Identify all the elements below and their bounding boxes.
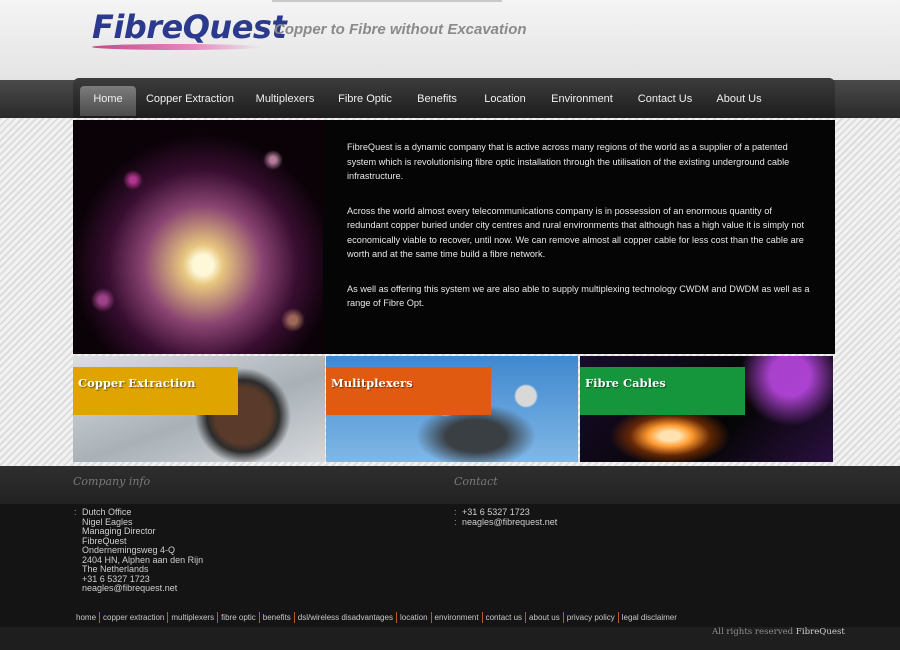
nav-item-benefits[interactable]: Benefits bbox=[412, 86, 462, 116]
company-info-line: 2404 HN, Alphen aan den Rijn bbox=[82, 554, 204, 565]
footer-link-location[interactable]: location bbox=[398, 613, 430, 622]
list-item[interactable]: : neagles@fibrequest.net bbox=[454, 517, 557, 528]
panel-multiplexers[interactable]: Mulitplexers bbox=[326, 356, 578, 462]
fibre-optic-hero-image bbox=[73, 120, 323, 354]
header-divider-line bbox=[272, 0, 502, 2]
footer-link-multiplexers[interactable]: multiplexers bbox=[169, 613, 216, 622]
link-separator bbox=[562, 611, 564, 623]
footer-link-contact-us[interactable]: contact us bbox=[484, 613, 524, 622]
site-tagline: Copper to Fibre without Excavation bbox=[274, 21, 527, 38]
footer-links: home copper extraction multiplexers fibr… bbox=[74, 611, 679, 623]
hero-paragraph: Across the world almost every telecommun… bbox=[347, 205, 805, 260]
footer-link-fibre-optic[interactable]: fibre optic bbox=[219, 613, 258, 622]
hero-paragraph: FibreQuest is a dynamic company that is … bbox=[347, 142, 790, 181]
copyright-notice: All rights reserved FibreQuest bbox=[712, 627, 845, 637]
footer-link-privacy-policy[interactable]: privacy policy bbox=[565, 613, 617, 622]
company-info-line: FibreQuest bbox=[82, 535, 127, 546]
copyright-brand: FibreQuest bbox=[795, 627, 845, 637]
company-info-line: Dutch Office bbox=[82, 507, 132, 517]
company-info-line: The Netherlands bbox=[82, 564, 149, 574]
nav-item-home[interactable]: Home bbox=[80, 86, 136, 116]
contact-heading: Contact bbox=[454, 475, 498, 488]
copyright-text: All rights reserved bbox=[712, 627, 794, 637]
panel-copper-extraction[interactable]: Copper Extraction bbox=[73, 356, 325, 462]
panel-fibre-cables-label[interactable]: Fibre Cables bbox=[580, 367, 745, 415]
company-info-heading: Company info bbox=[73, 475, 151, 488]
nav-item-environment[interactable]: Environment bbox=[546, 86, 618, 116]
list-item[interactable]: neagles@fibrequest.net bbox=[74, 583, 203, 594]
link-separator bbox=[525, 611, 527, 623]
link-separator bbox=[481, 611, 483, 623]
link-separator bbox=[395, 611, 397, 623]
footer-link-environment[interactable]: environment bbox=[433, 613, 481, 622]
contact-email-link[interactable]: neagles@fibrequest.net bbox=[462, 517, 557, 527]
nav-item-contact-us[interactable]: Contact Us bbox=[634, 86, 696, 116]
contact-list: : +31 6 5327 1723 : neagles@fibrequest.net bbox=[454, 507, 557, 528]
contact-phone: +31 6 5327 1723 bbox=[462, 507, 530, 517]
link-separator bbox=[293, 611, 295, 623]
panel-copper-extraction-label[interactable]: Copper Extraction bbox=[73, 367, 238, 415]
hero-paragraph: As well as offering this system we are a… bbox=[347, 283, 810, 309]
company-info-line: Nigel Eagles bbox=[82, 516, 133, 527]
nav-item-fibre-optic[interactable]: Fibre Optic bbox=[334, 86, 396, 116]
company-info-line: Managing Director bbox=[82, 526, 156, 536]
site-logo[interactable]: FibreQuest bbox=[92, 8, 287, 46]
footer-link-copper-extraction[interactable]: copper extraction bbox=[101, 613, 166, 622]
panel-multiplexers-label[interactable]: Mulitplexers bbox=[326, 367, 491, 415]
logo-swoosh bbox=[92, 44, 262, 50]
hero-banner: FibreQuest is a dynamic company that is … bbox=[73, 120, 835, 354]
hero-intro-text: FibreQuest is a dynamic company that is … bbox=[347, 140, 811, 331]
footer-link-benefits[interactable]: benefits bbox=[261, 613, 293, 622]
link-separator bbox=[258, 611, 260, 623]
link-separator bbox=[167, 611, 169, 623]
nav-item-copper-extraction[interactable]: Copper Extraction bbox=[144, 86, 236, 116]
nav-item-about-us[interactable]: About Us bbox=[712, 86, 766, 116]
link-separator bbox=[617, 611, 619, 623]
nav-item-location[interactable]: Location bbox=[478, 86, 532, 116]
company-info-line: Ondernemingsweg 4-Q bbox=[82, 545, 176, 555]
company-phone: +31 6 5327 1723 bbox=[82, 573, 150, 584]
link-separator bbox=[99, 611, 101, 623]
footer-link-dsl-wireless-disadvantages[interactable]: dsl/wireless disadvantages bbox=[296, 613, 395, 622]
nav-item-multiplexers[interactable]: Multiplexers bbox=[250, 86, 320, 116]
footer-link-home[interactable]: home bbox=[74, 613, 98, 622]
footer-link-about-us[interactable]: about us bbox=[527, 613, 562, 622]
panel-fibre-cables[interactable]: Fibre Cables bbox=[580, 356, 833, 462]
footer-link-legal-disclaimer[interactable]: legal disclaimer bbox=[620, 613, 679, 622]
company-info-list: : Dutch Office Nigel Eagles Managing Dire… bbox=[74, 507, 204, 594]
link-separator bbox=[217, 611, 219, 623]
link-separator bbox=[430, 611, 432, 623]
company-email-link[interactable]: neagles@fibrequest.net bbox=[82, 583, 177, 593]
